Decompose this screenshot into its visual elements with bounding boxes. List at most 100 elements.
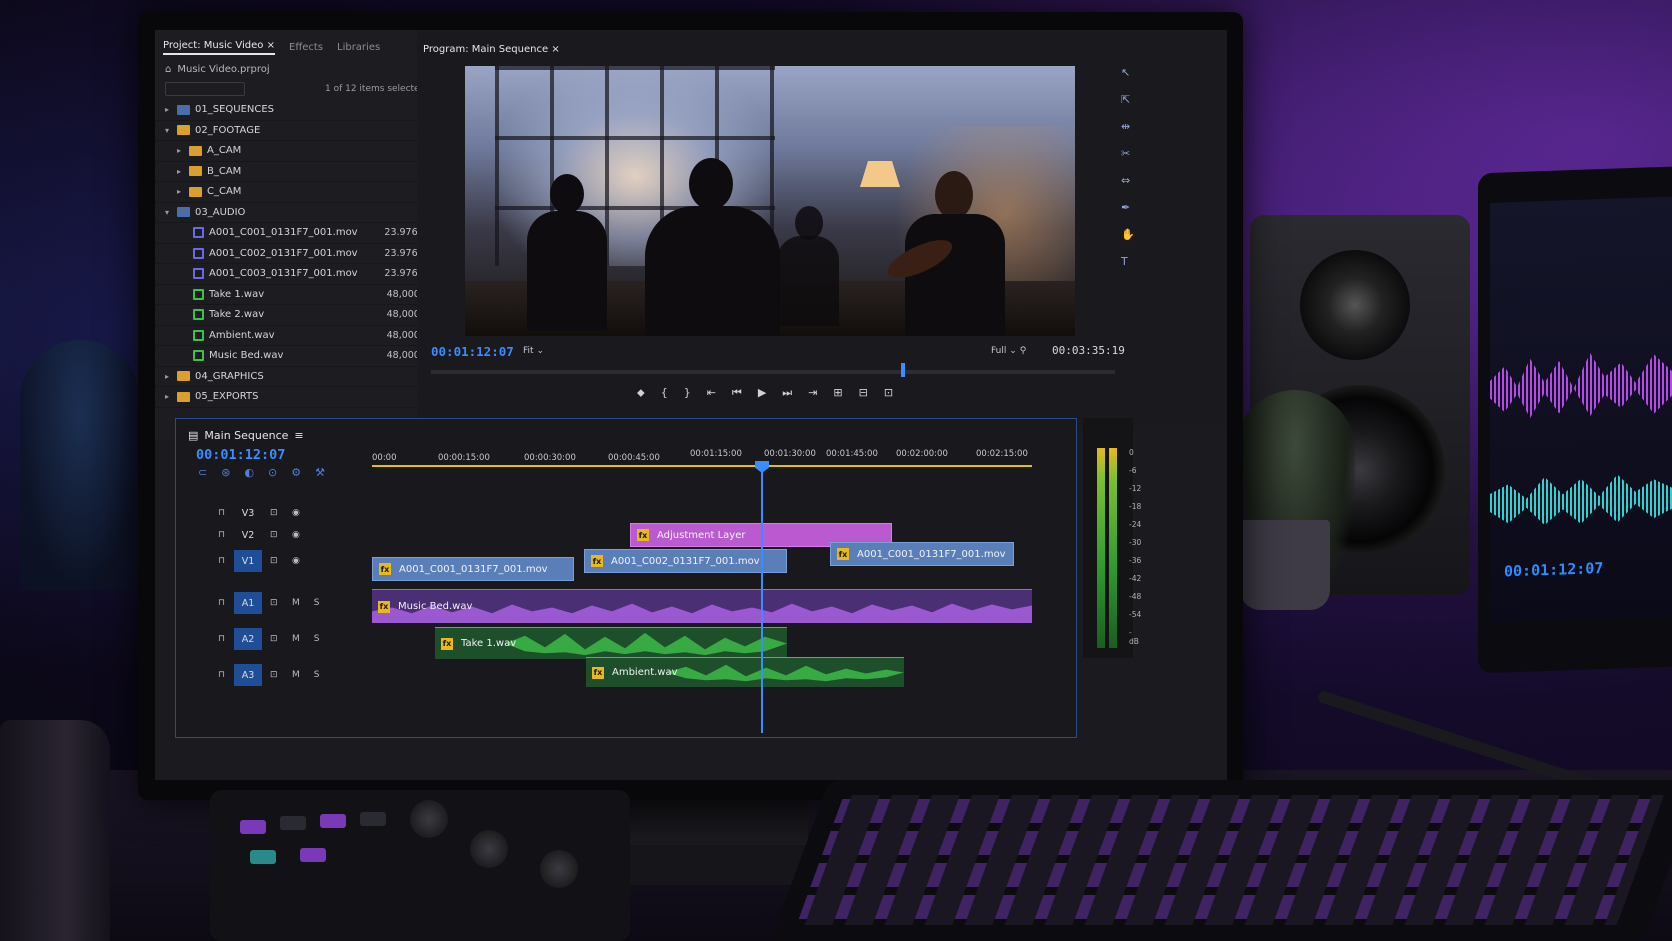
razor-icon[interactable]: ✂ (1121, 147, 1141, 160)
search-input[interactable] (165, 82, 245, 96)
insert-icon[interactable]: ⊞ (833, 386, 842, 400)
resolution-select[interactable]: Full ⌄ ⚲ (991, 346, 1026, 356)
play-icon[interactable]: ▶ (758, 386, 766, 400)
track-target-v3[interactable]: V3 (234, 502, 262, 524)
sync-lock-icon[interactable]: ⊡ (270, 634, 278, 644)
hand-icon[interactable]: ✋ (1121, 228, 1141, 241)
ripple-edit-icon[interactable]: ⇹ (1121, 120, 1141, 133)
project-item[interactable]: ▸ 05_EXPORTS (155, 387, 445, 408)
eye-icon[interactable]: ◉ (292, 508, 300, 518)
marker-icon[interactable]: ⬥ (637, 386, 645, 400)
lock-icon[interactable]: ⊓ (218, 634, 225, 644)
track-target-a2[interactable]: A2 (234, 628, 262, 650)
program-scrub-bar[interactable] (431, 370, 1115, 374)
tab-libraries[interactable]: Libraries (337, 42, 380, 53)
project-item[interactable]: A001_C002_0131F7_001.mov 23.976 fps (155, 244, 445, 264)
type-icon[interactable]: T (1121, 255, 1141, 268)
zoom-select[interactable]: Fit ⌄ (523, 346, 544, 356)
project-item[interactable]: ▾ 03_AUDIO (155, 203, 445, 223)
overwrite-icon[interactable]: ⊟ (859, 386, 868, 400)
pen-icon[interactable]: ✒ (1121, 201, 1141, 214)
audio-clip[interactable]: fx Ambient.wav (586, 657, 904, 687)
close-icon[interactable]: × (551, 44, 559, 55)
step-back-icon[interactable]: ⏮ (732, 386, 742, 400)
sync-lock-icon[interactable]: ⊡ (270, 670, 278, 680)
chevron-right-icon[interactable]: ▸ (177, 187, 181, 196)
project-item[interactable]: A001_C001_0131F7_001.mov 23.976 fps (155, 223, 445, 244)
lock-icon[interactable]: ⊓ (218, 670, 225, 680)
timeline-settings-icon[interactable]: ⊙ (268, 466, 277, 479)
eye-icon[interactable]: ◉ (292, 556, 300, 566)
solo-button[interactable]: S (314, 670, 320, 680)
selection-tool-icon[interactable]: ↖ (1121, 66, 1141, 79)
chevron-down-icon[interactable]: ▾ (165, 126, 169, 135)
chevron-right-icon[interactable]: ▸ (177, 167, 181, 176)
track-target-a3[interactable]: A3 (234, 664, 262, 686)
project-item[interactable]: ▸ A_CAM (155, 141, 445, 162)
add-marker-icon[interactable]: ◐ (244, 466, 254, 479)
eye-icon[interactable]: ◉ (292, 530, 300, 540)
video-clip[interactable]: fx A001_C002_0131F7_001.mov (584, 549, 787, 573)
solo-button[interactable]: S (314, 598, 320, 608)
track-select-icon[interactable]: ⇱ (1121, 93, 1141, 106)
chevron-right-icon[interactable]: ▸ (165, 392, 169, 401)
sync-lock-icon[interactable]: ⊡ (270, 556, 278, 566)
audio-clip[interactable]: fx Take 1.wav (435, 627, 787, 659)
timeline-tab[interactable]: ▤ Main Sequence ≡ (188, 429, 304, 442)
audio-clip[interactable]: fx Music Bed.wav (372, 589, 1032, 623)
sync-lock-icon[interactable]: ⊡ (270, 598, 278, 608)
export-frame-icon[interactable]: ⊡ (884, 386, 893, 400)
snap-icon[interactable]: ⊂ (198, 466, 207, 479)
project-item[interactable]: ▸ B_CAM (155, 162, 445, 182)
lock-icon[interactable]: ⊓ (218, 598, 225, 608)
tracks-area[interactable]: fx Adjustment Layer fx A001_C001_0131F7_… (372, 479, 1062, 729)
lock-icon[interactable]: ⊓ (218, 530, 225, 540)
tab-effects[interactable]: Effects (289, 42, 323, 53)
chevron-right-icon[interactable]: ▸ (165, 105, 169, 114)
track-target-v2[interactable]: V2 (234, 524, 262, 546)
menu-icon[interactable]: ≡ (294, 429, 303, 442)
solo-button[interactable]: S (314, 634, 320, 644)
project-item[interactable]: Music Bed.wav 48,000 Hz (155, 346, 445, 367)
project-item[interactable]: ▸ C_CAM (155, 182, 445, 203)
lock-icon[interactable]: ⊓ (218, 556, 225, 566)
project-item[interactable]: Take 1.wav 48,000 Hz (155, 285, 445, 305)
close-icon[interactable]: × (267, 40, 275, 51)
chevron-down-icon[interactable]: ▾ (165, 208, 169, 217)
mute-button[interactable]: M (292, 598, 300, 608)
chevron-right-icon[interactable]: ▸ (177, 146, 181, 155)
mute-button[interactable]: M (292, 670, 300, 680)
mute-button[interactable]: M (292, 634, 300, 644)
current-timecode[interactable]: 00:01:12:07 (431, 344, 514, 359)
project-item-name: 03_AUDIO (195, 206, 246, 218)
track-target-v1[interactable]: V1 (234, 550, 262, 572)
captions-icon[interactable]: ⚙ (291, 466, 301, 479)
lock-icon[interactable]: ⊓ (218, 508, 225, 518)
track-target-a1[interactable]: A1 (234, 592, 262, 614)
step-forward-icon[interactable]: ⏭ (782, 386, 792, 400)
video-clip[interactable]: fx A001_C001_0131F7_001.mov (830, 542, 1014, 566)
project-item[interactable]: ▸ 04_GRAPHICS (155, 367, 445, 387)
in-point-icon[interactable]: { (661, 386, 668, 400)
keyboard-keys (796, 795, 1664, 925)
chevron-right-icon[interactable]: ▸ (165, 372, 169, 381)
slip-icon[interactable]: ⇔ (1121, 174, 1141, 187)
go-to-in-icon[interactable]: ⇤ (707, 386, 716, 400)
project-item[interactable]: ▸ 01_SEQUENCES (155, 100, 445, 121)
time-ruler[interactable]: 00:00 00:00:15:00 00:00:30:00 00:00:45:00 00… (372, 443, 1042, 473)
timeline-timecode[interactable]: 00:01:12:07 (196, 447, 285, 463)
project-item[interactable]: ▾ 02_FOOTAGE (155, 121, 445, 141)
linked-selection-icon[interactable]: ⊛ (221, 466, 230, 479)
project-item[interactable]: A001_C003_0131F7_001.mov 23.976 fps (155, 264, 445, 285)
go-to-out-icon[interactable]: ⇥ (808, 386, 817, 400)
project-item[interactable]: Ambient.wav 48,000 Hz (155, 326, 445, 346)
work-area-bar[interactable] (372, 465, 1032, 467)
sync-lock-icon[interactable]: ⊡ (270, 530, 278, 540)
program-playhead[interactable] (900, 363, 905, 377)
out-point-icon[interactable]: } (684, 386, 691, 400)
tab-project[interactable]: Project: Music Video × (163, 40, 275, 55)
wrench-icon[interactable]: ⚒ (315, 466, 325, 479)
project-item[interactable]: Take 2.wav 48,000 Hz (155, 305, 445, 326)
sync-lock-icon[interactable]: ⊡ (270, 508, 278, 518)
video-clip[interactable]: fx A001_C001_0131F7_001.mov (372, 557, 574, 581)
